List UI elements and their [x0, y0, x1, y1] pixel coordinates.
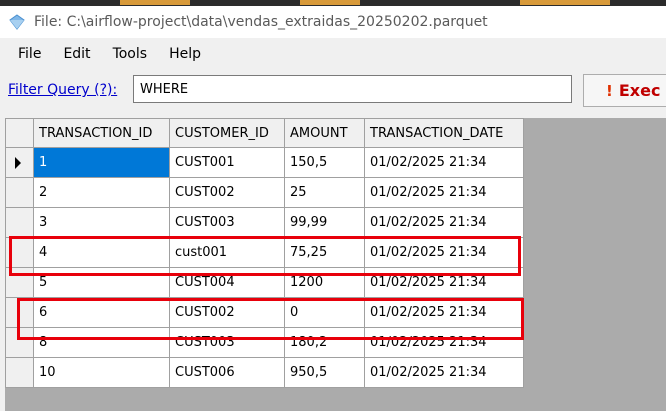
table-cell[interactable]: 25	[284, 177, 365, 208]
table-cell[interactable]: 5	[33, 267, 170, 298]
column-header-transaction-date[interactable]: TRANSACTION_DATE	[364, 118, 524, 148]
menu-edit[interactable]: Edit	[52, 46, 101, 62]
row-header[interactable]	[5, 207, 34, 238]
filter-bar: Filter Query (?): ! Exec	[0, 70, 666, 114]
table-cell[interactable]: 950,5	[284, 357, 365, 388]
table-cell[interactable]: 01/02/2025 21:34	[364, 207, 524, 238]
table-cell[interactable]: 99,99	[284, 207, 365, 238]
table-cell[interactable]: CUST002	[169, 297, 285, 328]
table-cell[interactable]: 1	[33, 147, 170, 178]
table-cell[interactable]: 01/02/2025 21:34	[364, 357, 524, 388]
execute-button[interactable]: ! Exec	[583, 74, 666, 107]
menu-bar: File Edit Tools Help	[0, 38, 666, 70]
grid-corner[interactable]	[5, 118, 34, 148]
table-cell[interactable]: 6	[33, 297, 170, 328]
table-row[interactable]: 1 CUST001 150,5 01/02/2025 21:34	[5, 147, 524, 178]
row-header[interactable]	[5, 177, 34, 208]
table-cell[interactable]: CUST003	[169, 207, 285, 238]
table-cell[interactable]: 1200	[284, 267, 365, 298]
row-header[interactable]	[5, 237, 34, 268]
table-cell[interactable]: cust001	[169, 237, 285, 268]
filter-query-input[interactable]	[133, 75, 572, 103]
table-row[interactable]: 6 CUST002 0 01/02/2025 21:34	[5, 297, 524, 328]
menu-help[interactable]: Help	[158, 46, 212, 62]
table-cell[interactable]: 01/02/2025 21:34	[364, 147, 524, 178]
table-row[interactable]: 2 CUST002 25 01/02/2025 21:34	[5, 177, 524, 208]
table-cell[interactable]: 01/02/2025 21:34	[364, 237, 524, 268]
results-table: TRANSACTION_ID CUSTOMER_ID AMOUNT TRANSA…	[5, 118, 524, 388]
data-grid[interactable]: TRANSACTION_ID CUSTOMER_ID AMOUNT TRANSA…	[5, 118, 666, 411]
row-header[interactable]	[5, 327, 34, 358]
diamond-icon	[8, 13, 26, 31]
table-cell[interactable]: 10	[33, 357, 170, 388]
window-title: File: C:\airflow-project\data\vendas_ext…	[34, 14, 488, 30]
table-cell[interactable]: CUST003	[169, 327, 285, 358]
table-cell[interactable]: CUST004	[169, 267, 285, 298]
row-header[interactable]	[5, 147, 34, 178]
table-cell[interactable]: 01/02/2025 21:34	[364, 297, 524, 328]
table-cell[interactable]: CUST002	[169, 177, 285, 208]
table-cell[interactable]: 01/02/2025 21:34	[364, 267, 524, 298]
table-cell[interactable]: 3	[33, 207, 170, 238]
menu-file[interactable]: File	[0, 46, 52, 62]
table-cell[interactable]: 150,5	[284, 147, 365, 178]
header-row: TRANSACTION_ID CUSTOMER_ID AMOUNT TRANSA…	[5, 118, 524, 148]
table-cell[interactable]: CUST006	[169, 357, 285, 388]
table-cell[interactable]: 8	[33, 327, 170, 358]
table-cell[interactable]: CUST001	[169, 147, 285, 178]
table-row[interactable]: 4 cust001 75,25 01/02/2025 21:34	[5, 237, 524, 268]
title-bar: File: C:\airflow-project\data\vendas_ext…	[0, 6, 666, 38]
table-row[interactable]: 5 CUST004 1200 01/02/2025 21:34	[5, 267, 524, 298]
column-header-customer-id[interactable]: CUSTOMER_ID	[169, 118, 285, 148]
column-header-amount[interactable]: AMOUNT	[284, 118, 365, 148]
menu-tools[interactable]: Tools	[102, 46, 159, 62]
table-row[interactable]: 10 CUST006 950,5 01/02/2025 21:34	[5, 357, 524, 388]
table-cell[interactable]: 4	[33, 237, 170, 268]
table-cell[interactable]: 0	[284, 297, 365, 328]
row-header[interactable]	[5, 297, 34, 328]
table-cell[interactable]: 180,2	[284, 327, 365, 358]
filter-query-help-link[interactable]: Filter Query (?):	[8, 82, 117, 98]
table-cell[interactable]: 01/02/2025 21:34	[364, 177, 524, 208]
table-row[interactable]: 8 CUST003 180,2 01/02/2025 21:34	[5, 327, 524, 358]
table-cell[interactable]: 75,25	[284, 237, 365, 268]
table-cell[interactable]: 2	[33, 177, 170, 208]
execute-button-label: Exec	[618, 81, 661, 100]
row-header[interactable]	[5, 357, 34, 388]
column-header-transaction-id[interactable]: TRANSACTION_ID	[33, 118, 170, 148]
row-header[interactable]	[5, 267, 34, 298]
exclamation-icon: !	[606, 81, 613, 100]
table-row[interactable]: 3 CUST003 99,99 01/02/2025 21:34	[5, 207, 524, 238]
table-cell[interactable]: 01/02/2025 21:34	[364, 327, 524, 358]
current-row-arrow-icon	[15, 156, 21, 169]
